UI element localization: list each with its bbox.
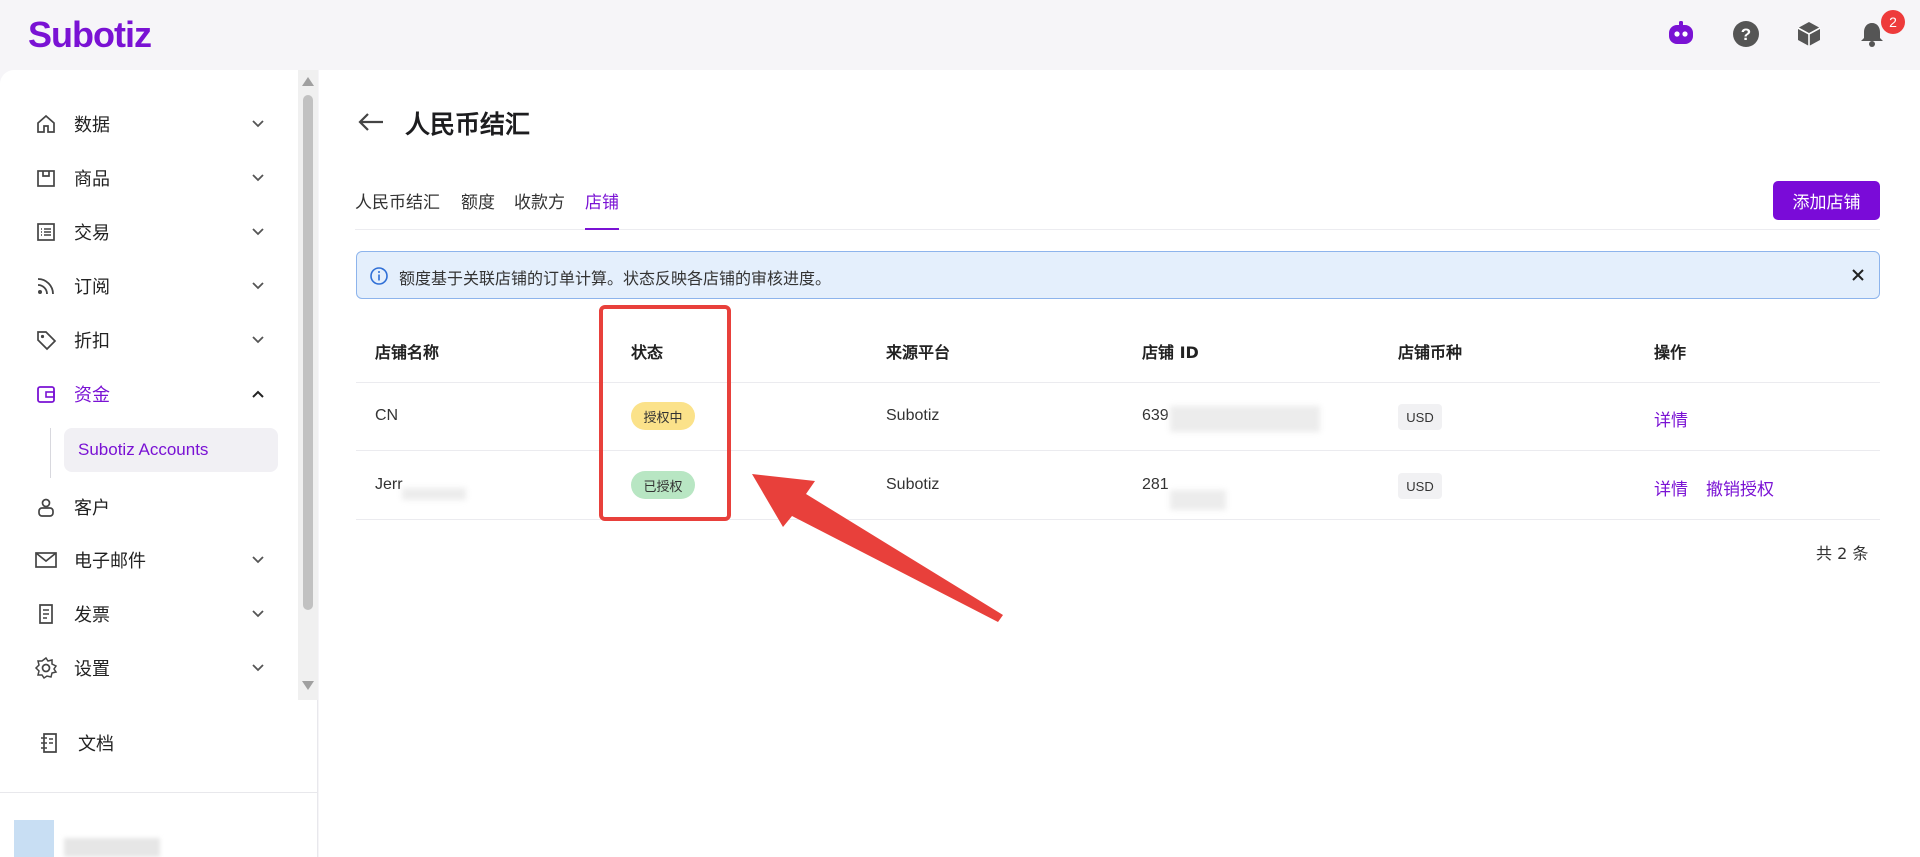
sidebar-item-discounts[interactable]: 折扣 <box>32 320 272 360</box>
tab-bar: 人民币结汇 额度 收款方 店铺 <box>355 182 1880 230</box>
tag-icon <box>32 326 60 354</box>
column-header-actions: 操作 <box>1654 343 1687 362</box>
cell-platform: Subotiz <box>886 407 940 424</box>
sidebar-item-data[interactable]: 数据 <box>32 104 272 144</box>
redacted-id <box>1170 490 1226 510</box>
sidebar-item-label: 设置 <box>74 659 110 680</box>
sidebar-item-label: 折扣 <box>74 331 110 352</box>
sidebar-item-label: 资金 <box>74 385 110 406</box>
column-header-currency: 店铺币种 <box>1398 343 1463 362</box>
tab-payees[interactable]: 收款方 <box>514 188 565 230</box>
sidebar-item-label: 商品 <box>74 169 110 190</box>
wallet-icon <box>32 380 60 408</box>
assistant-bot-icon[interactable] <box>1666 19 1696 49</box>
sidebar-item-docs[interactable]: 文档 <box>36 723 276 763</box>
cell-store-name: CN <box>375 407 399 424</box>
details-link[interactable]: 详情 <box>1654 406 1688 431</box>
subnav-guide-line <box>50 428 51 478</box>
chevron-down-icon <box>246 548 270 572</box>
back-arrow-icon[interactable] <box>355 106 387 138</box>
chevron-down-icon <box>246 602 270 626</box>
revoke-authorization-link[interactable]: 撤销授权 <box>1706 475 1774 500</box>
invoice-icon <box>32 600 60 628</box>
chevron-down-icon <box>246 220 270 244</box>
sidebar-item-funds[interactable]: 资金 <box>32 374 272 414</box>
add-store-button[interactable]: 添加店铺 <box>1773 181 1880 220</box>
sidebar-item-label: 数据 <box>74 115 110 136</box>
cell-store-name: Jerr <box>375 476 403 493</box>
column-header-store-name: 店铺名称 <box>375 343 440 362</box>
chevron-down-icon <box>246 166 270 190</box>
mail-icon <box>32 546 60 574</box>
sidebar-item-label: 发票 <box>74 605 110 626</box>
info-alert: 额度基于关联店铺的订单计算。状态反映各店铺的审核进度。 <box>356 251 1880 299</box>
notification-badge: 2 <box>1881 10 1905 34</box>
top-bar: Subotiz ? 2 <box>0 0 1920 70</box>
home-icon <box>32 110 60 138</box>
sidebar-item-customers[interactable]: 客户 <box>32 487 272 527</box>
chevron-up-icon <box>246 382 270 406</box>
sidebar-item-label: 交易 <box>74 223 110 244</box>
chevron-down-icon <box>246 274 270 298</box>
sidebar-divider <box>0 792 318 793</box>
user-icon <box>32 493 60 521</box>
sidebar-item-settings[interactable]: 设置 <box>32 648 272 688</box>
scroll-down-arrow-icon[interactable] <box>302 681 314 690</box>
currency-tag: USD <box>1398 404 1442 430</box>
tab-stores[interactable]: 店铺 <box>585 188 619 230</box>
cell-platform: Subotiz <box>886 476 940 493</box>
sidebar-item-label: 订阅 <box>74 277 110 298</box>
page-title: 人民币结汇 <box>405 110 531 139</box>
column-header-store-id: 店铺 ID <box>1142 343 1199 362</box>
alert-text: 额度基于关联店铺的订单计算。状态反映各店铺的审核进度。 <box>399 269 832 288</box>
table-divider <box>356 450 1880 451</box>
sidebar-item-invoices[interactable]: 发票 <box>32 594 272 634</box>
table-divider <box>356 519 1880 520</box>
sidebar-item-label: 文档 <box>78 734 114 755</box>
gear-icon <box>32 654 60 682</box>
scroll-up-arrow-icon[interactable] <box>302 77 314 86</box>
cell-store-id: 281 <box>1142 476 1169 493</box>
rss-icon <box>32 272 60 300</box>
chevron-down-icon <box>246 112 270 136</box>
column-header-platform: 来源平台 <box>886 343 951 362</box>
sidebar-item-email[interactable]: 电子邮件 <box>32 540 272 580</box>
sidebar-item-label: 电子邮件 <box>74 551 146 572</box>
sidebar-item-products[interactable]: 商品 <box>32 158 272 198</box>
sidebar-subitem-subotiz-accounts[interactable]: Subotiz Accounts <box>64 428 278 472</box>
details-link[interactable]: 详情 <box>1654 475 1688 500</box>
sidebar-item-transactions[interactable]: 交易 <box>32 212 272 252</box>
close-icon[interactable] <box>1847 264 1869 286</box>
table-divider <box>356 382 1880 383</box>
help-icon[interactable]: ? <box>1731 19 1761 49</box>
list-icon <box>32 218 60 246</box>
currency-tag: USD <box>1398 473 1442 499</box>
logo[interactable]: Subotiz <box>28 14 152 56</box>
highlight-box <box>599 305 731 521</box>
total-count: 共 2 条 <box>1816 544 1869 563</box>
tab-rmb-settlement[interactable]: 人民币结汇 <box>355 188 440 230</box>
info-icon <box>369 266 389 286</box>
tab-quota[interactable]: 额度 <box>461 188 495 230</box>
redacted-name <box>402 488 466 500</box>
store-icon <box>32 164 60 192</box>
cell-store-id: 639 <box>1142 407 1169 424</box>
chevron-down-icon <box>246 328 270 352</box>
redacted-id <box>1170 406 1320 432</box>
chevron-down-icon <box>246 656 270 680</box>
svg-text:?: ? <box>1741 25 1751 44</box>
package-icon[interactable] <box>1794 19 1824 49</box>
user-name-redacted <box>64 838 160 857</box>
docs-icon <box>36 729 64 757</box>
sidebar-item-label: 客户 <box>74 498 110 519</box>
sidebar-scroll-thumb[interactable] <box>303 95 313 610</box>
sidebar-item-subscriptions[interactable]: 订阅 <box>32 266 272 306</box>
avatar[interactable] <box>14 820 54 857</box>
